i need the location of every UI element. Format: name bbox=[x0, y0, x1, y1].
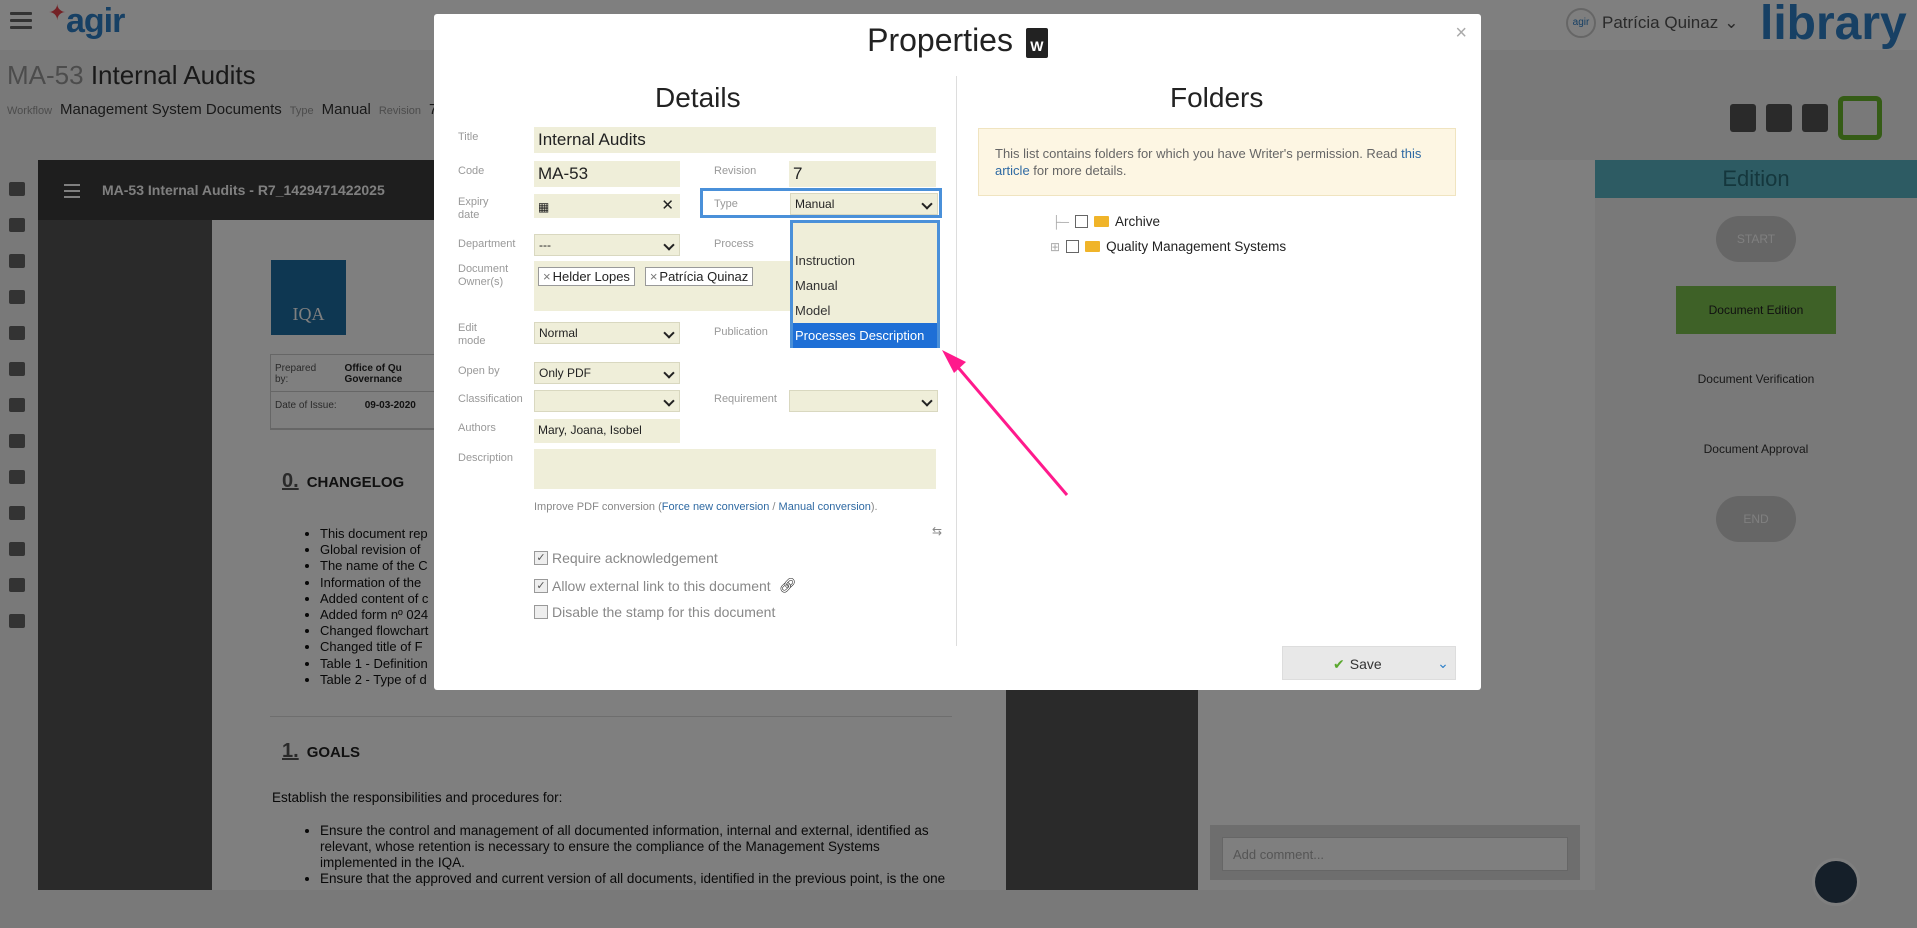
arrow-head bbox=[942, 350, 966, 373]
annotation-arrow bbox=[942, 350, 1069, 496]
arrow-shaft bbox=[948, 357, 1069, 496]
